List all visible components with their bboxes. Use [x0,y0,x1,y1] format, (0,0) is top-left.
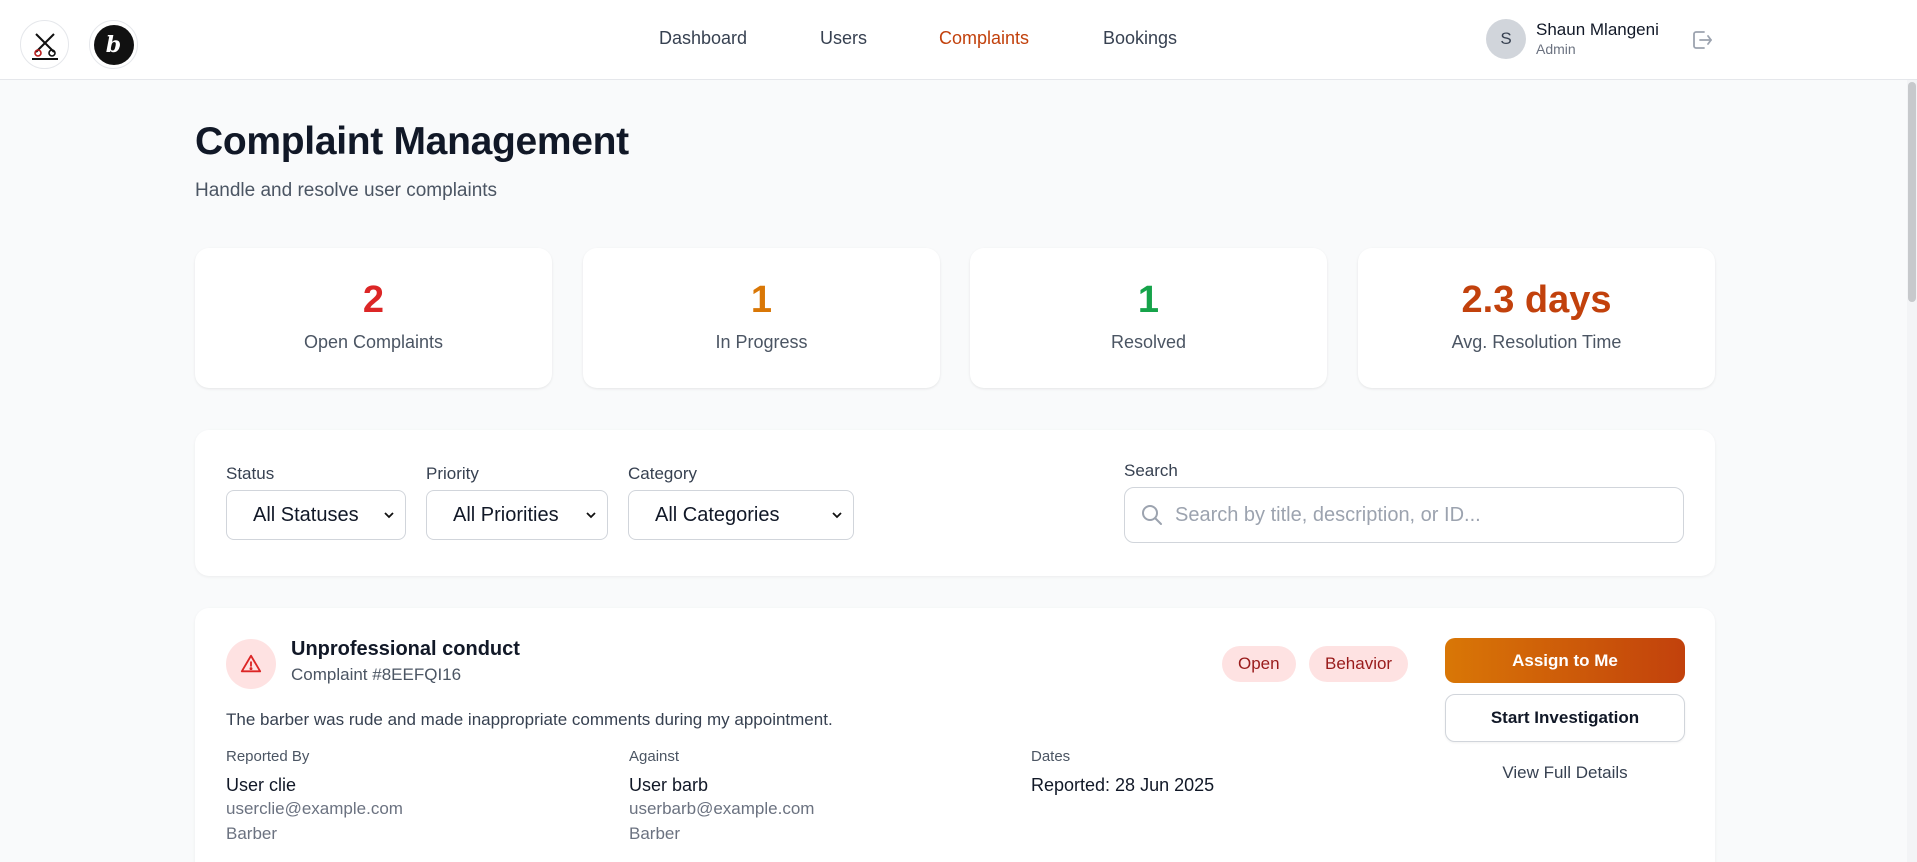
user-role: Admin [1536,41,1576,57]
user-name: Shaun Mlangeni [1536,20,1659,39]
reporter-email: userclie@example.com [226,799,403,818]
reported-by-heading: Reported By [226,748,310,765]
complaint-title: Unprofessional conduct [291,638,520,660]
priority-select[interactable]: All Priorities [426,490,608,540]
chevron-down-icon [586,512,596,519]
barberconnect-logo[interactable] [20,20,69,69]
status-filter-label: Status [226,464,275,483]
priority-select-value: All Priorities [453,503,559,526]
status-badge: Open [1222,646,1296,682]
stat-label: In Progress [715,332,808,352]
stat-card-resolved: 1 Resolved [970,248,1327,388]
status-select-value: All Statuses [253,503,359,526]
against-email: userbarb@example.com [629,799,815,818]
user-profile[interactable]: S Shaun Mlangeni Admin [1486,19,1659,59]
search-label: Search [1124,461,1178,480]
warning-triangle-icon [226,639,276,689]
dates-heading: Dates [1031,748,1071,765]
stat-value: 2 [362,279,385,321]
reported-by-section: Reported By User clie userclie@example.c… [226,748,403,846]
dates-section: Dates Reported: 28 Jun 2025 [1031,748,1214,796]
category-select-value: All Categories [655,503,780,526]
search-box[interactable] [1124,487,1684,543]
category-filter: Category All Categories [628,464,854,540]
stat-value: 1 [1137,279,1160,321]
b-brand-logo[interactable]: b [89,20,138,69]
logout-icon[interactable] [1690,28,1714,52]
top-navigation-bar: b Dashboard Users Complaints Bookings S … [0,0,1917,80]
stat-label: Open Complaints [303,332,444,352]
filters-panel: Status All Statuses Priority All Priorit… [195,430,1715,576]
page-title: Complaint Management [195,120,629,163]
priority-filter: Priority All Priorities [426,464,608,540]
scissors-logo-icon [31,32,58,60]
nav-complaints[interactable]: Complaints [939,28,1029,49]
stat-label: Avg. Resolution Time [1451,332,1622,352]
nav-dashboard[interactable]: Dashboard [659,28,747,49]
against-heading: Against [629,748,680,765]
avatar: S [1486,19,1526,59]
stat-value: 2.3 days [1461,279,1612,321]
nav-bookings[interactable]: Bookings [1103,28,1177,49]
search-input[interactable] [1175,503,1655,527]
category-badge: Behavior [1309,646,1409,682]
search-icon [1142,505,1162,525]
chevron-down-icon [832,512,842,519]
assign-to-me-button[interactable]: Assign to Me [1445,638,1685,683]
complaint-description: The barber was rude and made inappropria… [226,710,833,729]
stat-label: Resolved [1110,332,1187,352]
complaint-card: Unprofessional conduct Complaint #8EEFQI… [195,608,1715,862]
view-full-details-link[interactable]: View Full Details [1445,763,1685,783]
stat-value: 1 [750,279,773,321]
nav-users[interactable]: Users [820,28,867,49]
reporter-name: User clie [226,775,297,795]
chevron-down-icon [384,512,394,519]
b-logo-mark: b [93,24,134,65]
category-select[interactable]: All Categories [628,490,854,540]
reporter-role: Barber [226,824,278,843]
complaint-id: Complaint #8EEFQI16 [291,665,462,684]
priority-filter-label: Priority [426,464,479,483]
against-name: User barb [629,775,709,795]
start-investigation-button[interactable]: Start Investigation [1445,694,1685,742]
stat-card-in-progress: 1 In Progress [583,248,940,388]
status-filter: Status All Statuses [226,464,406,540]
stat-card-avg-resolution: 2.3 days Avg. Resolution Time [1358,248,1715,388]
scrollbar-thumb[interactable] [1908,82,1916,302]
against-section: Against User barb userbarb@example.com B… [629,748,814,846]
reported-date: Reported: 28 Jun 2025 [1031,775,1215,795]
against-role: Barber [629,824,681,843]
page-subtitle: Handle and resolve user complaints [195,180,498,201]
status-select[interactable]: All Statuses [226,490,406,540]
search-filter: Search [1124,461,1684,543]
stat-card-open: 2 Open Complaints [195,248,552,388]
category-filter-label: Category [628,464,697,483]
